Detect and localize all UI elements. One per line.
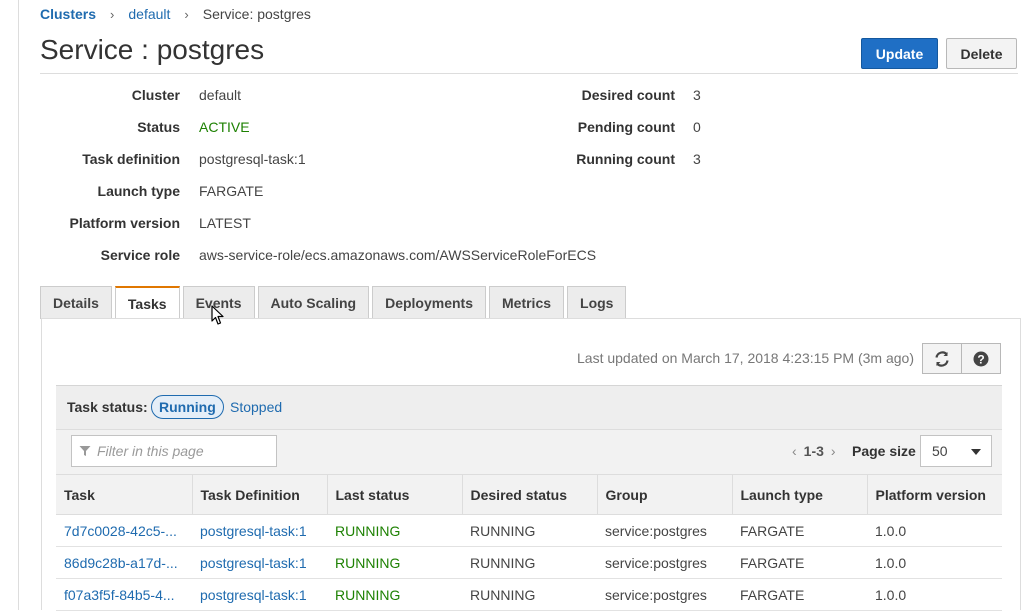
tab-logs[interactable]: Logs [567, 286, 627, 319]
launch-type-cell: FARGATE [732, 546, 867, 579]
svg-text:?: ? [977, 352, 984, 366]
task-status-running-toggle[interactable]: Running [151, 395, 224, 419]
last-status-cell: RUNNING [327, 514, 462, 547]
pagination: ‹ 1-3 › [788, 443, 840, 459]
caret-down-icon [971, 449, 981, 455]
task-id-link[interactable]: 86d9c28b-a17d-... [64, 555, 178, 571]
task-status-label: Task status: [67, 399, 148, 415]
title-divider [40, 73, 1018, 74]
help-button[interactable]: ? [961, 343, 1001, 374]
task-definition-link[interactable]: postgresql-task:1 [199, 149, 306, 169]
launch-type-value: FARGATE [199, 183, 264, 199]
task-id-link[interactable]: 7d7c0028-42c5-... [64, 523, 177, 539]
launch-type-cell: FARGATE [732, 514, 867, 547]
page-title: Service : postgres [40, 34, 265, 65]
group-cell: service:postgres [597, 578, 732, 611]
platform-version-cell: 1.0.0 [867, 546, 1002, 579]
column-header-task[interactable]: Task [56, 474, 193, 515]
platform-version-label: Platform version [69, 215, 180, 231]
service-role-value: aws-service-role/ecs.amazonaws.com/AWSSe… [199, 247, 597, 263]
chevron-right-icon: › [110, 6, 115, 22]
service-role-label: Service role [100, 247, 180, 263]
service-status-value: ACTIVE [199, 119, 250, 135]
task-definition-link[interactable]: postgresql-task:1 [200, 587, 307, 603]
page-size-value: 50 [932, 443, 948, 459]
help-icon: ? [973, 351, 989, 366]
desired-status-cell: RUNNING [462, 546, 597, 579]
last-updated-text: Last updated on March 17, 2018 4:23:15 P… [577, 350, 914, 366]
running-count-value: 3 [693, 151, 701, 167]
platform-version-value: LATEST [199, 215, 251, 231]
desired-count-value: 3 [693, 87, 701, 103]
update-button[interactable]: Update [861, 38, 938, 69]
refresh-icon [935, 350, 949, 367]
status-label: Status [137, 119, 180, 135]
page-size-label: Page size [852, 443, 916, 459]
column-header-group[interactable]: Group [597, 474, 733, 515]
column-header-platform-version[interactable]: Platform version [867, 474, 1002, 515]
page-left-border [18, 0, 19, 610]
filter-field[interactable] [71, 435, 277, 467]
cluster-link[interactable]: default [199, 85, 241, 105]
table-row: 7d7c0028-42c5-... postgresql-task:1 RUNN… [56, 514, 1002, 547]
task-id-link[interactable]: f07a3f5f-84b5-4... [64, 587, 175, 603]
task-definition-link[interactable]: postgresql-task:1 [200, 555, 307, 571]
tab-deployments[interactable]: Deployments [372, 286, 486, 319]
running-count-label: Running count [576, 151, 675, 167]
tab-auto-scaling[interactable]: Auto Scaling [257, 286, 370, 319]
table-header-row: Task Task Definition Last status Desired… [56, 474, 1002, 515]
service-tabs: Details Tasks Events Auto Scaling Deploy… [40, 286, 629, 320]
previous-page-icon[interactable]: ‹ [792, 443, 797, 459]
task-definition-label: Task definition [82, 151, 180, 167]
refresh-button[interactable] [922, 343, 962, 374]
task-status-stopped-toggle[interactable]: Stopped [230, 399, 282, 415]
column-header-last-status[interactable]: Last status [327, 474, 463, 515]
last-status-cell: RUNNING [327, 578, 462, 611]
tab-details[interactable]: Details [40, 286, 112, 319]
group-cell: service:postgres [597, 514, 732, 547]
tab-metrics[interactable]: Metrics [489, 286, 565, 319]
delete-button[interactable]: Delete [946, 38, 1017, 69]
column-header-task-definition[interactable]: Task Definition [192, 474, 328, 515]
launch-type-cell: FARGATE [732, 578, 867, 611]
platform-version-cell: 1.0.0 [867, 514, 1002, 547]
filter-input[interactable] [95, 442, 265, 460]
breadcrumb-cluster-link[interactable]: default [128, 6, 170, 22]
pending-count-label: Pending count [577, 119, 675, 135]
last-status-cell: RUNNING [327, 546, 462, 579]
chevron-right-icon: › [184, 6, 189, 22]
column-header-launch-type[interactable]: Launch type [732, 474, 868, 515]
page-size-select[interactable]: 50 [920, 435, 992, 467]
platform-version-cell: 1.0.0 [867, 578, 1002, 611]
next-page-icon[interactable]: › [831, 443, 836, 459]
launch-type-label: Launch type [97, 183, 180, 199]
table-row: 86d9c28b-a17d-... postgresql-task:1 RUNN… [56, 546, 1002, 579]
breadcrumb-current: Service: postgres [202, 6, 311, 22]
breadcrumb-clusters-link[interactable]: Clusters [40, 6, 96, 22]
pager-range: 1-3 [803, 443, 824, 459]
group-cell: service:postgres [597, 546, 732, 579]
tasks-table: Task Task Definition Last status Desired… [56, 474, 1002, 611]
breadcrumb: Clusters › default › Service: postgres [40, 6, 311, 22]
desired-count-label: Desired count [581, 87, 675, 103]
desired-status-cell: RUNNING [462, 578, 597, 611]
filter-icon [79, 446, 91, 456]
pending-count-value: 0 [693, 119, 701, 135]
cluster-label: Cluster [131, 87, 180, 103]
tab-tasks[interactable]: Tasks [114, 286, 180, 320]
column-header-desired-status[interactable]: Desired status [462, 474, 598, 515]
table-row: f07a3f5f-84b5-4... postgresql-task:1 RUN… [56, 578, 1002, 611]
desired-status-cell: RUNNING [462, 514, 597, 547]
task-definition-link[interactable]: postgresql-task:1 [200, 523, 307, 539]
mouse-cursor-icon [211, 305, 224, 325]
